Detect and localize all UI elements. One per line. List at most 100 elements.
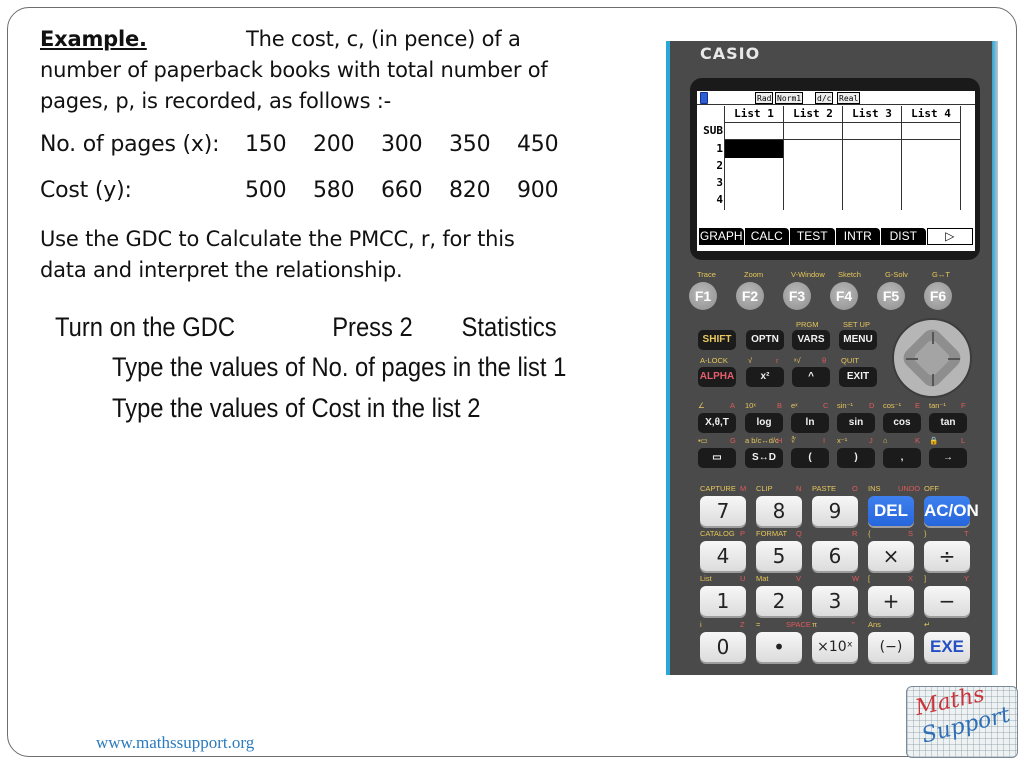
comma-key[interactable]: ,	[883, 448, 921, 468]
digit-6-key[interactable]: 6	[812, 541, 858, 571]
alpha-label: G	[730, 436, 736, 445]
s-d-key[interactable]: S↔D	[745, 448, 783, 468]
digit-0-key[interactable]: 0	[700, 632, 746, 662]
digit-4-key[interactable]: 4	[700, 541, 746, 571]
decimal-point-key[interactable]: •	[756, 632, 802, 662]
digit-3-key[interactable]: 3	[812, 586, 858, 616]
menu-test[interactable]: TEST	[790, 228, 835, 245]
alpha-label: X	[908, 574, 914, 583]
multiply-key[interactable]: ×	[868, 541, 914, 571]
optn-key[interactable]: OPTN	[746, 330, 784, 350]
tan-key[interactable]: tan	[929, 413, 967, 433]
alpha-label: A	[730, 401, 736, 410]
divide-key[interactable]: ÷	[924, 541, 970, 571]
digit-7-key[interactable]: 7	[700, 496, 746, 526]
shift-label: ]	[924, 574, 927, 583]
step-list-2: Type the values of Cost in the list 2	[112, 393, 480, 424]
exponent-key[interactable]: ×10ˣ	[812, 632, 858, 662]
step-turn-on: Turn on the GDC	[55, 312, 236, 342]
question: Use the GDC to Calculate the PMCC, r, fo…	[40, 224, 630, 286]
dpad-left-arrow-icon[interactable]	[906, 358, 918, 360]
alpha-label: J	[869, 436, 873, 445]
pages-label: No. of pages (x):	[40, 132, 220, 157]
exit-key[interactable]: EXIT	[839, 367, 877, 387]
shift-label: SET UP	[843, 320, 870, 329]
close-paren-key[interactable]: )	[837, 448, 875, 468]
sin-key[interactable]: sin	[837, 413, 875, 433]
digit-8-key[interactable]: 8	[756, 496, 802, 526]
f-key-4[interactable]: F4	[830, 282, 858, 310]
shift-label: List	[700, 574, 712, 583]
ac-on-key[interactable]: AC/ON	[924, 496, 979, 526]
question-line-1: Use the GDC to Calculate the PMCC, r, fo…	[40, 227, 515, 251]
alpha-label: C	[823, 401, 829, 410]
alpha-label: F	[961, 401, 966, 410]
list-header-3[interactable]: List 3	[843, 107, 901, 120]
alpha-label: Z	[740, 620, 745, 629]
negative-key[interactable]: (−)	[868, 632, 914, 662]
f-key-2[interactable]: F2	[736, 282, 764, 310]
square-key[interactable]: x²	[746, 367, 784, 387]
f-key-1[interactable]: F1	[689, 282, 717, 310]
alpha-key[interactable]: ALPHA	[698, 367, 736, 387]
dpad-right-arrow-icon[interactable]	[948, 358, 960, 360]
maths-support-logo: Maths Support	[906, 686, 1018, 758]
ln-key[interactable]: ln	[791, 413, 829, 433]
dpad-down-arrow-icon[interactable]	[932, 374, 934, 386]
f-key-6[interactable]: F6	[924, 282, 952, 310]
shift-label: PRGM	[796, 320, 819, 329]
digit-2-key[interactable]: 2	[756, 586, 802, 616]
f-key-5[interactable]: F5	[877, 282, 905, 310]
digit-9-key[interactable]: 9	[812, 496, 858, 526]
power-key[interactable]: ^	[792, 367, 830, 387]
x-t-key[interactable]: X,θ,T	[698, 413, 736, 433]
list-header-1[interactable]: List 1	[725, 107, 783, 120]
col-divider	[783, 106, 784, 210]
list-header-2[interactable]: List 2	[784, 107, 842, 120]
exe-key[interactable]: EXE	[924, 632, 970, 662]
shift-label: ▪▭	[698, 436, 708, 445]
pages-value: 300	[381, 132, 423, 157]
f-key-3[interactable]: F3	[783, 282, 811, 310]
menu-intr[interactable]: INTR	[835, 228, 880, 245]
mode-badge-dc: d/c	[815, 92, 834, 104]
shift-label: ⌂	[883, 436, 888, 445]
shift-key[interactable]: SHIFT	[698, 330, 736, 350]
vars-key[interactable]: VARS	[792, 330, 830, 350]
shift-label: eˣ	[791, 401, 798, 410]
row-label-3: 3	[716, 176, 723, 189]
menu-next[interactable]: ▷	[926, 228, 973, 245]
menu-key[interactable]: MENU	[839, 330, 877, 350]
shift-label: CATALOG	[700, 529, 735, 538]
del-key[interactable]: DEL	[868, 496, 914, 526]
open-paren-key[interactable]: (	[791, 448, 829, 468]
alpha-label: θ	[822, 356, 827, 365]
log-key[interactable]: log	[745, 413, 783, 433]
store-arrow-key[interactable]: →	[929, 448, 967, 468]
menu-calc[interactable]: CALC	[744, 228, 789, 245]
col-divider	[960, 106, 961, 210]
alpha-label: N	[796, 484, 802, 493]
col-divider	[842, 106, 843, 210]
plus-key[interactable]: +	[868, 586, 914, 616]
mode-badge-norm: Norm1	[775, 92, 804, 104]
footer-website-link[interactable]: www.mathssupport.org	[96, 733, 254, 753]
digit-5-key[interactable]: 5	[756, 541, 802, 571]
dpad-up-arrow-icon[interactable]	[932, 332, 934, 344]
minus-key[interactable]: −	[924, 586, 970, 616]
calculator-screen: Rad Norm1 d/c Real List 1 List 2 List 3 …	[697, 91, 975, 251]
digit-1-key[interactable]: 1	[700, 586, 746, 616]
shift-label: ∠	[698, 401, 705, 410]
shift-label: }	[924, 529, 927, 538]
selected-cell-list1-row1[interactable]	[725, 140, 783, 158]
cos-key[interactable]: cos	[883, 413, 921, 433]
menu-graph[interactable]: GRAPH	[699, 228, 744, 245]
dpad[interactable]	[892, 318, 972, 398]
f-key-3-shift-label: V-Window	[791, 270, 825, 279]
shift-label: CAPTURE	[700, 484, 736, 493]
frac-key[interactable]: ▭	[698, 448, 736, 468]
alpha-label: U	[740, 574, 746, 583]
list-header-4[interactable]: List 4	[902, 107, 960, 120]
menu-dist[interactable]: DIST	[881, 228, 926, 245]
casio-calculator: CASIO Rad Norm1 d/c Real List 1 List 2 L…	[666, 41, 998, 675]
